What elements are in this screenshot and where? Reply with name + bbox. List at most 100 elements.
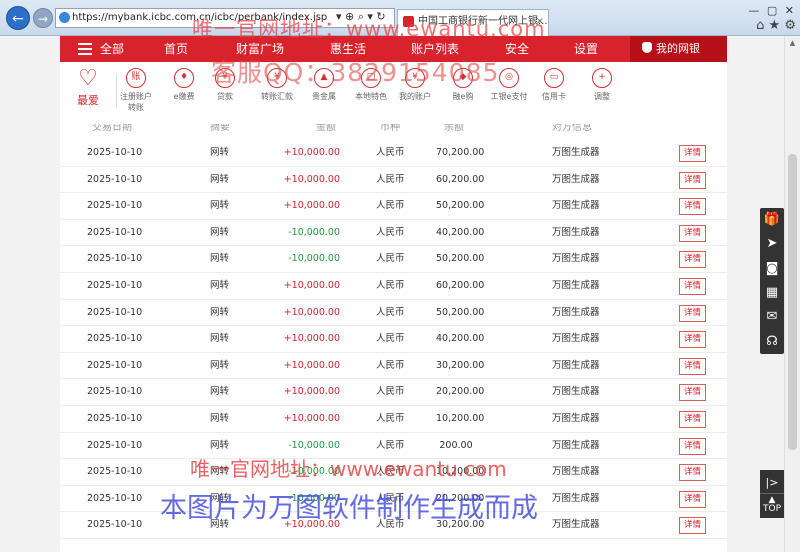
detail-button[interactable]: 详情 [679,145,706,162]
shortcut-my-account[interactable]: ¥ 我的账户 [389,68,441,102]
cell-balance: 200.00 [439,439,473,451]
cell-amount: +10,000.00 [283,280,340,291]
browser-tab[interactable]: 中国工商银行新一代网上银... × [397,9,549,36]
cell-counterparty: 万图生成器 [552,519,600,531]
shortcut-register-transfer[interactable]: 账注册账户 转账 [110,68,162,113]
cell-amount: -10,000.00 [288,492,340,504]
gift-icon[interactable]: 🎁 [760,208,784,232]
cell-balance: 70,200.00 [436,147,485,158]
cell-counterparty: 万图生成器 [552,200,600,212]
detail-button[interactable]: 详情 [679,437,706,455]
detail-button[interactable]: 详情 [679,251,706,269]
address-tools[interactable]: ▾ ⊕ ⌕ ▾ ↻ [336,10,398,24]
shortcut-label: 我的账户 [399,92,431,101]
detail-button[interactable]: 详情 [679,411,706,428]
credit-card-icon: ▭ [544,68,564,88]
window-controls[interactable]: — ▢ ✕ [736,4,796,18]
calendar-icon[interactable]: ▦ [760,281,784,305]
shortcut-rong-e-buy[interactable]: ◆ 融e购 [437,68,489,102]
cell-summary: 网转 [210,147,230,158]
shortcut-adjust[interactable]: + 调整 [576,68,628,102]
detail-button[interactable]: 详情 [679,384,706,402]
shortcut-label: 信用卡 [542,92,566,101]
forward-button[interactable]: → [33,8,53,28]
detail-button[interactable]: 详情 [679,517,706,535]
scroll-up-icon[interactable]: ▲ [785,36,800,50]
favorites[interactable]: ♡ 最爱 [68,66,108,108]
detail-button[interactable]: 详情 [679,464,706,482]
detail-button[interactable]: 详情 [679,171,706,189]
cell-amount: +10,000.00 [283,519,340,531]
cell-amount: +10,000.00 [283,333,340,345]
browser-toolbar: ← → https://mybank.icbc.com.cn/icbc/perb… [0,0,800,36]
shortcut-label: 调整 [594,92,610,101]
nav-security[interactable]: 安全 [505,36,529,62]
detail-button[interactable]: 详情 [679,357,706,375]
shortcut-credit-card[interactable]: ▭ 信用卡 [528,68,580,102]
shortcut-label: 融e购 [452,92,474,101]
local-feature-icon: □ [361,68,381,88]
cell-balance: 60,200.00 [436,280,485,291]
nav-settings[interactable]: 设置 [574,36,598,62]
cell-counterparty: 万图生成器 [552,306,600,318]
detail-button[interactable]: 详情 [679,490,706,508]
nav-home[interactable]: 首页 [164,36,188,62]
shortcut-transfer[interactable]: ¥ 转账汇款 [251,68,303,102]
cell-amount: +10,000.00 [283,359,340,371]
detail-button[interactable]: 详情 [679,278,706,295]
cell-currency: 人民币 [376,226,405,238]
cell-summary: 网转 [210,359,230,371]
expand-button[interactable]: |> [760,472,784,494]
detail-button[interactable]: 详情 [679,304,706,322]
mail-icon[interactable]: ✉ [760,305,784,329]
camera-icon[interactable]: ◙ [760,257,784,281]
detail-button[interactable]: 详情 [679,198,706,216]
table-row: 2025-10-10 网转 +10,000.00 人民币 50,200.00 万图生成器 详… [60,193,727,220]
back-to-top-button[interactable]: ▲ TOP [760,496,784,514]
scroll-thumb[interactable] [788,154,797,450]
cell-date: 2025-10-10 [87,200,143,212]
cell-amount: +10,000.00 [283,200,340,212]
nav-accounts[interactable]: 账户列表 [411,36,459,62]
nav-all[interactable]: 全部 [100,36,124,62]
table-row: 2025-10-10 网转 -10,000.00 人民币 40,200.00 万图生成器 详… [60,220,727,247]
cell-summary: 网转 [210,439,230,451]
nav-wealth[interactable]: 财富广场 [236,36,284,62]
cell-summary: 网转 [210,333,230,345]
address-url: https://mybank.icbc.com.cn/icbc/perbank/… [72,12,328,23]
cell-currency: 人民币 [376,253,405,265]
cell-balance: 50,200.00 [436,306,485,318]
adjust-icon: + [592,68,612,88]
cell-balance: 30,200.00 [436,519,485,531]
cell-date: 2025-10-10 [87,147,143,158]
detail-button[interactable]: 详情 [679,224,706,242]
shortcut-loan[interactable]: ¥ 贷款 [199,68,251,102]
cell-counterparty: 万图生成器 [552,413,600,424]
menu-icon[interactable] [78,43,92,55]
detail-button[interactable]: 详情 [679,331,706,349]
cell-balance: 50,200.00 [436,253,485,265]
cell-currency: 人民币 [376,519,405,531]
browser-home-icons[interactable]: ⌂ ★ ⚙ [736,18,796,33]
cell-counterparty: 万图生成器 [552,466,600,478]
tab-close-icon[interactable]: × [536,10,544,34]
cell-balance: 50,200.00 [436,200,485,212]
cell-balance: 60,200.00 [436,173,485,185]
page-scrollbar[interactable]: ▲ [784,36,800,552]
table-row: 2025-10-10 网转 +10,000.00 人民币 70,200.00 万图生成器 详… [60,140,727,167]
send-icon[interactable]: ➤ [760,232,784,256]
cell-balance: 40,200.00 [436,226,485,238]
back-button[interactable]: ← [6,6,30,30]
my-bank-button[interactable]: 我的网银 [630,36,727,62]
cell-counterparty: 万图生成器 [552,226,600,238]
cell-amount: +10,000.00 [283,147,340,158]
nav-life[interactable]: 惠生活 [330,36,366,62]
cell-summary: 网转 [210,386,230,398]
shortcut-precious-metal[interactable]: ▲ 贵金属 [298,68,350,102]
table-row: 2025-10-10 网转 -10,000.00 人民币 50,200.00 万图生成器 详… [60,246,727,273]
cell-counterparty: 万图生成器 [552,333,600,345]
col-date: 交易日期 [92,124,132,133]
shortcut-label: 贵金属 [312,92,336,101]
table-row: 2025-10-10 网转 +10,000.00 人民币 10,200.00 万图生成器 详… [60,406,727,433]
headset-icon[interactable]: ☊ [760,330,784,354]
